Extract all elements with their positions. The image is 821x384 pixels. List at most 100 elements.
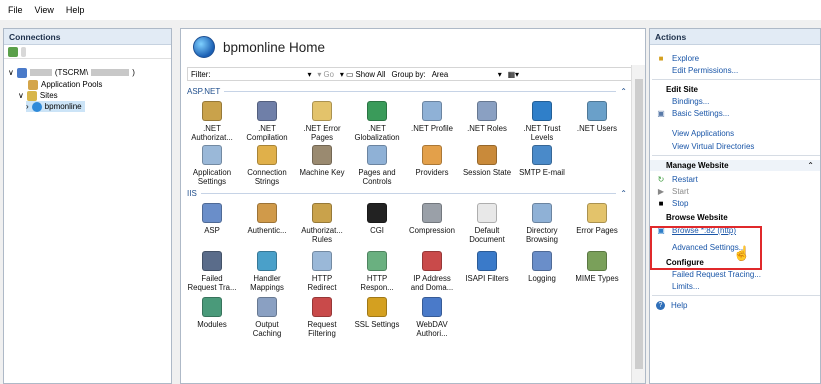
feature-tile[interactable]: .NET Globalization [352, 101, 402, 142]
collapse-icon[interactable]: ⌃ [620, 87, 627, 96]
connect-icon[interactable] [8, 46, 18, 57]
feature-icon [312, 251, 332, 271]
feature-tile[interactable]: Session State [462, 145, 512, 177]
feature-tile[interactable]: Application Settings [187, 145, 237, 186]
feature-label: Providers [415, 168, 449, 177]
chevron-right-icon[interactable]: › [26, 102, 29, 111]
feature-tile[interactable]: Output Caching [242, 297, 292, 338]
scrollbar-thumb[interactable] [635, 79, 643, 369]
tree-server[interactable]: ∨ (TSCRM\ ) [8, 67, 135, 78]
filter-input[interactable] [217, 69, 302, 79]
action-failed-request-tracing[interactable]: Failed Request Tracing... [650, 269, 820, 280]
action-edit-permissions[interactable]: Edit Permissions... [650, 65, 820, 76]
feature-tile[interactable]: Compression [407, 203, 457, 235]
feature-tile[interactable]: Request Filtering [297, 297, 347, 338]
feature-tile[interactable]: .NET Error Pages [297, 101, 347, 142]
sites-label: Sites [39, 91, 58, 100]
feature-tile[interactable]: HTTP Redirect [297, 251, 347, 292]
expand-icon[interactable]: ∨ [8, 68, 14, 77]
feature-label: SSL Settings [354, 320, 400, 329]
feature-icon [477, 203, 497, 223]
action-basic-settings[interactable]: ▣ Basic Settings... [650, 108, 820, 119]
feature-tile[interactable]: SMTP E-mail [517, 145, 567, 177]
feature-tile[interactable]: Authorizat... Rules [297, 203, 347, 244]
feature-tile[interactable]: Pages and Controls [352, 145, 402, 186]
feature-tile[interactable]: MIME Types [572, 251, 622, 283]
collapse-icon[interactable]: ⌃ [807, 161, 814, 170]
feature-label: CGI [370, 226, 384, 235]
feature-tile[interactable]: Handler Mappings [242, 251, 292, 292]
feature-tile[interactable]: .NET Trust Levels [517, 101, 567, 142]
feature-tile[interactable]: .NET Compilation [242, 101, 292, 142]
group-by-select[interactable]: Area [432, 70, 492, 79]
action-view-virtual-dirs[interactable]: View Virtual Directories [650, 141, 820, 152]
action-view-applications[interactable]: View Applications [650, 128, 820, 139]
feature-tile[interactable]: Machine Key [297, 145, 347, 177]
menu-file[interactable]: File [8, 5, 23, 15]
folder-icon: ■ [658, 54, 664, 63]
feature-tile[interactable]: Authentic... [242, 203, 292, 235]
feature-tile[interactable]: Directory Browsing [517, 203, 567, 244]
feature-tile[interactable]: Providers [407, 145, 457, 177]
menu-view[interactable]: View [35, 5, 54, 15]
action-explore[interactable]: ■ Explore [650, 53, 820, 64]
feature-tile[interactable]: ISAPI Filters [462, 251, 512, 283]
tree-sites[interactable]: ∨ Sites [18, 90, 58, 101]
collapse-icon[interactable]: ⌃ [620, 189, 627, 198]
feature-tile[interactable]: SSL Settings [352, 297, 402, 329]
feature-label: .NET Compilation [246, 124, 288, 142]
feature-tile[interactable]: Logging [517, 251, 567, 283]
feature-label: .NET Users [576, 124, 618, 133]
sites-icon [26, 90, 37, 101]
action-restart[interactable]: ↻ Restart [650, 174, 820, 185]
feature-tile[interactable]: Connection Strings [242, 145, 292, 186]
feature-tile[interactable]: HTTP Respon... [352, 251, 402, 292]
action-stop[interactable]: ■ Stop [650, 198, 820, 209]
go-button[interactable]: ▾ Go [317, 70, 334, 79]
view-icon[interactable]: ▦▾ [508, 70, 519, 79]
feature-label: HTTP Redirect [307, 274, 337, 292]
tree-site-bpmonline[interactable]: › bpmonline [26, 101, 85, 112]
feature-icon [532, 101, 552, 121]
feature-label: Directory Browsing [525, 226, 559, 244]
feature-tile[interactable]: CGI [352, 203, 402, 235]
feature-icon [367, 251, 387, 271]
feature-tile[interactable]: IP Address and Doma... [407, 251, 457, 292]
feature-tile[interactable]: .NET Authorizat... [187, 101, 237, 142]
show-all-button[interactable]: ▾ ▭ Show All [340, 70, 386, 79]
edit-site-heading: Edit Site [666, 85, 699, 94]
feature-tile[interactable]: .NET Roles [462, 101, 512, 133]
dropdown-icon[interactable]: ▾ [498, 70, 502, 79]
feature-tile[interactable]: Error Pages [572, 203, 622, 235]
action-limits[interactable]: Limits... [650, 281, 820, 292]
feature-icon [202, 101, 222, 121]
feature-label: ASP [204, 226, 220, 235]
action-bindings[interactable]: Bindings... [650, 96, 820, 107]
feature-tile[interactable]: .NET Users [572, 101, 622, 133]
action-help[interactable]: ? Help [650, 300, 820, 311]
feature-icon [202, 297, 222, 317]
server-label: (TSCRM\ [54, 68, 89, 77]
scrollbar[interactable] [631, 65, 645, 383]
menu-bar: File View Help [0, 0, 821, 20]
feature-label: IP Address and Doma... [410, 274, 454, 292]
feature-icon [312, 145, 332, 165]
browse-website-heading: Browse Website [666, 213, 728, 222]
feature-icon [202, 203, 222, 223]
feature-tile[interactable]: WebDAV Authori... [407, 297, 457, 338]
stop-icon: ■ [658, 199, 664, 208]
feature-tile[interactable]: Failed Request Tra... [187, 251, 237, 292]
menu-help[interactable]: Help [66, 5, 85, 15]
feature-tile[interactable]: Default Document [462, 203, 512, 244]
globe-icon [193, 36, 215, 58]
feature-tile[interactable]: ASP [187, 203, 237, 235]
manage-website-heading[interactable]: Manage Website ⌃ [650, 160, 820, 171]
dropdown-icon[interactable]: ▾ [308, 70, 312, 79]
tree-app-pools[interactable]: Application Pools [28, 79, 102, 90]
feature-icon [587, 251, 607, 271]
save-icon[interactable] [21, 46, 26, 57]
expand-icon[interactable]: ∨ [18, 91, 24, 100]
feature-tile[interactable]: Modules [187, 297, 237, 329]
feature-label: .NET Trust Levels [523, 124, 561, 142]
feature-tile[interactable]: .NET Profile [407, 101, 457, 133]
